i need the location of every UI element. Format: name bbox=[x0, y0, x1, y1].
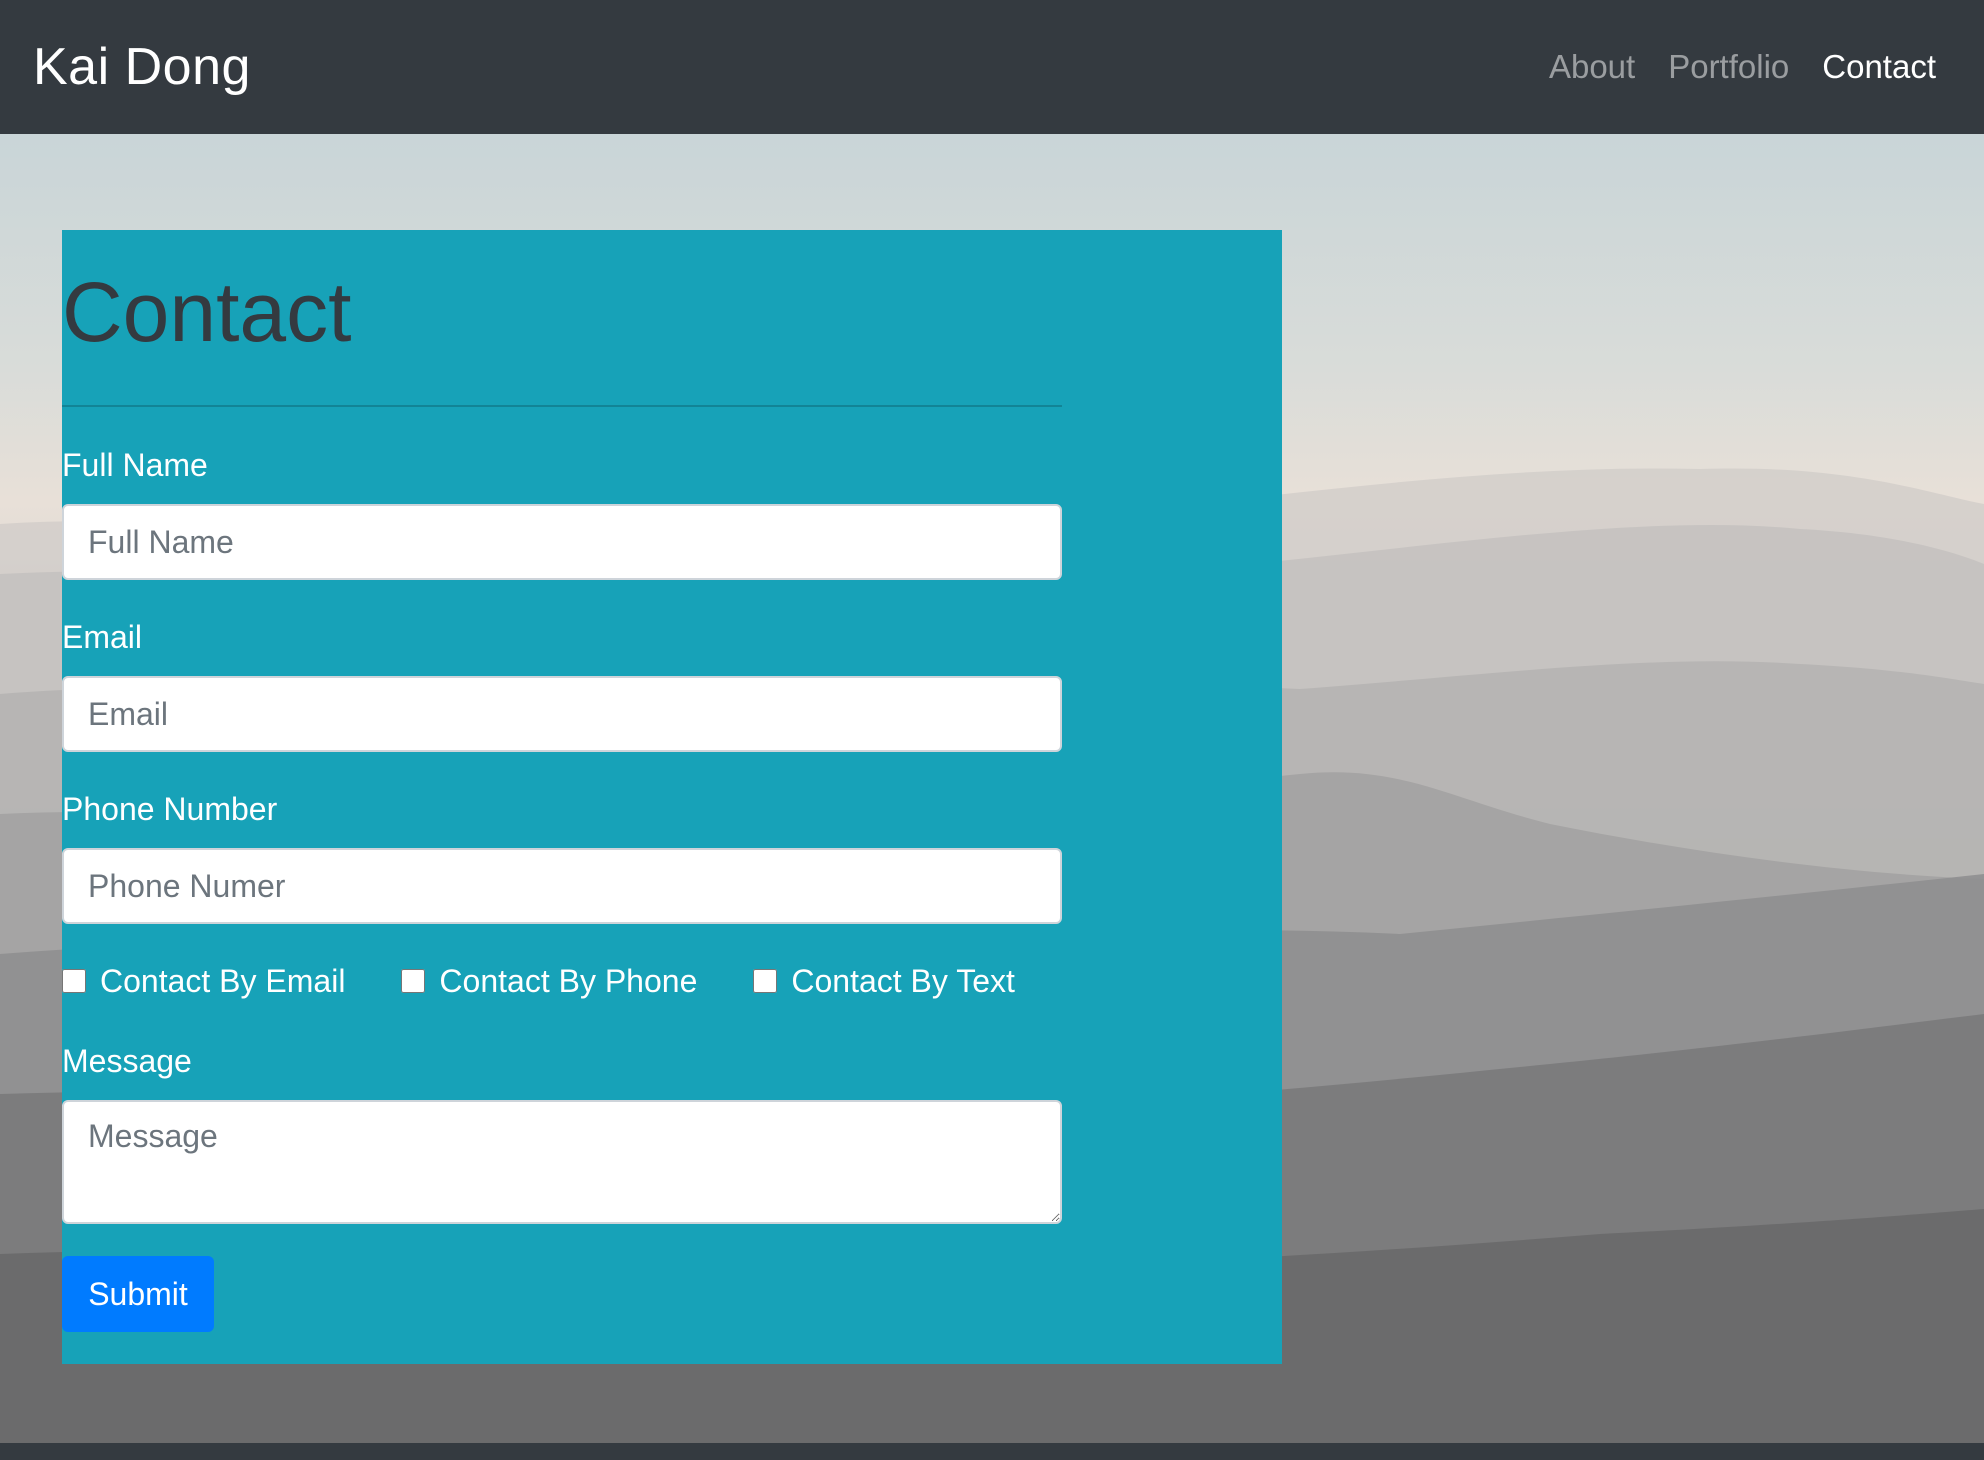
email-label: Email bbox=[62, 619, 143, 655]
phone-label: Phone Number bbox=[62, 791, 278, 827]
email-input[interactable] bbox=[62, 676, 1062, 752]
message-textarea[interactable] bbox=[62, 1100, 1062, 1224]
full-name-input[interactable] bbox=[62, 504, 1062, 580]
contact-by-email-checkbox[interactable] bbox=[62, 969, 86, 993]
submit-button[interactable]: Submit bbox=[62, 1256, 214, 1332]
contact-preference-group: Contact By Email Contact By Phone Contac… bbox=[62, 960, 1071, 1002]
full-name-label: Full Name bbox=[62, 447, 208, 483]
contact-by-phone-checkbox[interactable] bbox=[401, 969, 426, 993]
contact-by-text-label: Contact By Text bbox=[791, 962, 1015, 999]
contact-by-phone-option[interactable]: Contact By Phone bbox=[401, 963, 697, 1000]
page-title: Contact bbox=[62, 265, 352, 359]
contact-by-text-option[interactable]: Contact By Text bbox=[753, 963, 1015, 1000]
nav-links: About Portfolio Contact bbox=[1549, 48, 1936, 86]
brand-logo[interactable]: Kai Dong bbox=[33, 37, 251, 97]
phone-input[interactable] bbox=[62, 848, 1062, 924]
message-label: Message bbox=[62, 1043, 192, 1079]
contact-by-text-checkbox[interactable] bbox=[753, 969, 778, 993]
contact-by-email-label: Contact By Email bbox=[100, 962, 346, 999]
nav-link-portfolio[interactable]: Portfolio bbox=[1668, 48, 1789, 86]
contact-by-email-option[interactable]: Contact By Email bbox=[62, 963, 345, 1000]
nav-link-about[interactable]: About bbox=[1549, 48, 1635, 86]
top-navbar: Kai Dong About Portfolio Contact bbox=[0, 0, 1984, 134]
nav-link-contact[interactable]: Contact bbox=[1822, 48, 1936, 86]
footer-strip bbox=[0, 1443, 1984, 1460]
title-divider bbox=[62, 405, 1062, 407]
contact-by-phone-label: Contact By Phone bbox=[439, 962, 698, 999]
